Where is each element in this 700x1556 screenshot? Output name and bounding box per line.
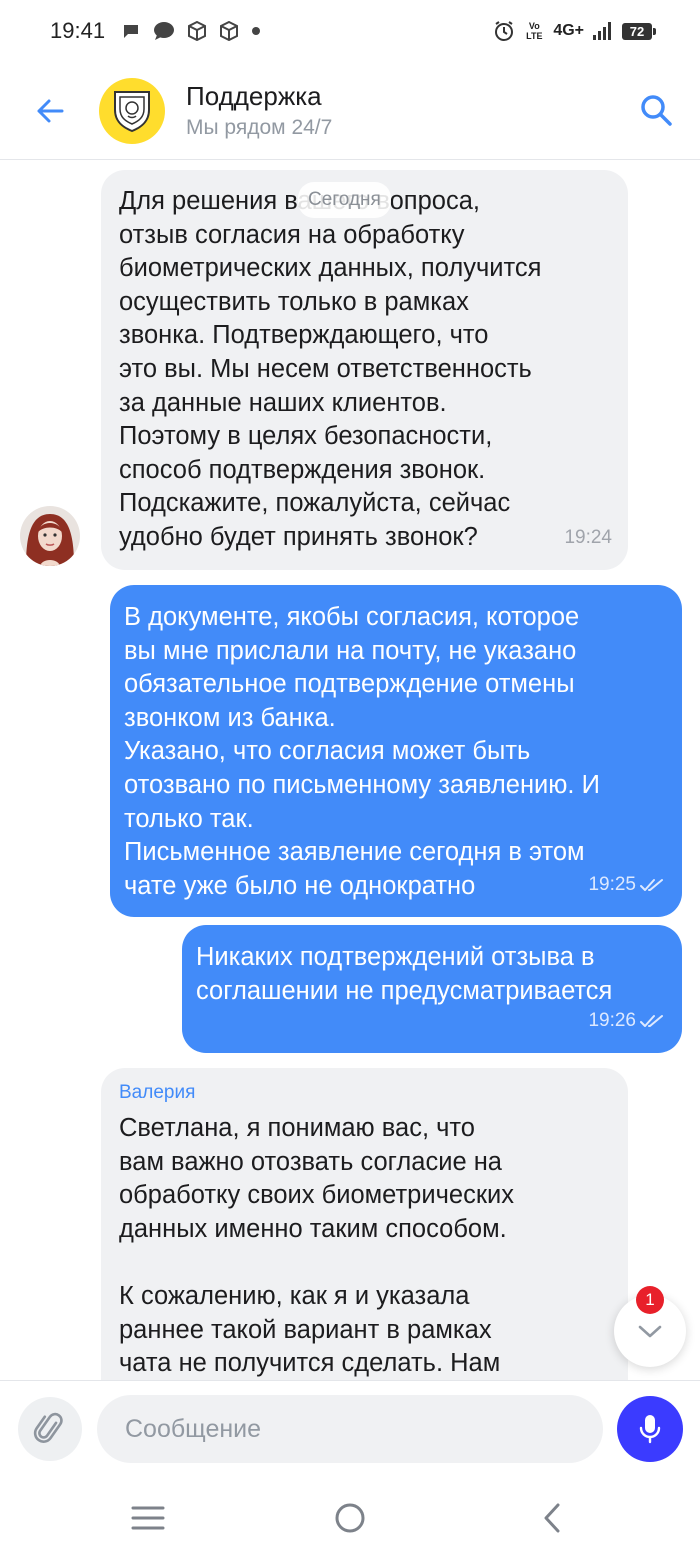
message-input[interactable]: [97, 1395, 603, 1463]
volte-indicator: Vo LTE: [526, 21, 543, 41]
home-circle-icon: [335, 1503, 365, 1533]
arrow-left-icon: [37, 99, 64, 122]
microphone-icon: [639, 1415, 661, 1444]
chat-subtitle: Мы рядом 24/7: [186, 115, 333, 139]
message-list[interactable]: Для решения вашего вопроса, отзыв соглас…: [0, 160, 700, 1380]
battery-icon: 72: [622, 22, 656, 40]
shield-logo-icon: [114, 90, 150, 132]
outgoing-message[interactable]: В документе, якобы согласия, которое вы …: [110, 585, 682, 917]
signal-icon: [593, 22, 611, 40]
double-check-icon: [640, 879, 663, 892]
paperclip-icon: [33, 1412, 63, 1443]
alarm-icon: [495, 21, 514, 41]
search-button[interactable]: [638, 92, 674, 128]
notification-icons: [121, 21, 261, 41]
system-back-button[interactable]: [532, 1498, 572, 1538]
chat-title-block: Поддержка Мы рядом 24/7: [186, 80, 332, 142]
back-button[interactable]: [33, 94, 67, 128]
incoming-message[interactable]: Для решения вашего вопроса, отзыв соглас…: [101, 170, 628, 570]
bank-logo: [99, 77, 165, 144]
message-text: В документе, якобы согласия, которое вы …: [124, 603, 600, 900]
message-text: Для решения вашего вопроса, отзыв соглас…: [119, 187, 542, 551]
search-icon: [641, 95, 672, 126]
unread-badge: 1: [636, 1286, 664, 1314]
incoming-message[interactable]: Валерия Светлана, я понимаю вас, что вам…: [101, 1068, 628, 1380]
message-text: Светлана, я понимаю вас, что вам важно о…: [119, 1114, 514, 1378]
attach-button[interactable]: [18, 1397, 82, 1461]
voice-record-button[interactable]: [617, 1396, 683, 1462]
message-composer: [0, 1380, 700, 1480]
chat-notification-icon: [154, 22, 175, 40]
sender-name: Валерия: [119, 1082, 196, 1103]
status-time: 19:41: [50, 18, 106, 43]
chat-title: Поддержка: [186, 80, 322, 111]
more-notifications-dot-icon: [252, 27, 261, 35]
message-time: 19:26: [588, 1010, 636, 1032]
status-indicators: Vo LTE 4G+ 72: [493, 20, 656, 42]
home-button[interactable]: [330, 1498, 370, 1538]
outgoing-message[interactable]: Никаких подтверждений отзыва в соглашени…: [182, 925, 682, 1053]
double-check-icon: [640, 1015, 663, 1028]
network-type: 4G+: [553, 22, 584, 39]
date-chip: Сегодня: [298, 182, 391, 218]
chevron-down-icon: [638, 1325, 662, 1338]
package-notification-icon: [188, 21, 207, 41]
message-notification-icon: [124, 25, 139, 38]
message-time: 19:24: [564, 527, 612, 549]
agent-avatar-icon: [20, 506, 80, 566]
avatar[interactable]: [20, 506, 80, 566]
message-time-wrapper: 19:25: [588, 868, 666, 902]
message-time: 19:25: [588, 874, 636, 896]
chat-header: Поддержка Мы рядом 24/7: [0, 62, 700, 160]
message-text: Никаких подтверждений отзыва в соглашени…: [196, 943, 613, 1005]
back-chevron-icon: [544, 1503, 560, 1533]
menu-icon: [131, 1506, 165, 1530]
status-bar: 19:41 Vo LTE 4G+ 72: [0, 0, 700, 62]
message-time-wrapper: 19:26: [588, 1004, 666, 1038]
package-notification-icon: [220, 21, 239, 41]
recent-apps-button[interactable]: [128, 1498, 168, 1538]
system-navigation-bar: [0, 1480, 700, 1556]
